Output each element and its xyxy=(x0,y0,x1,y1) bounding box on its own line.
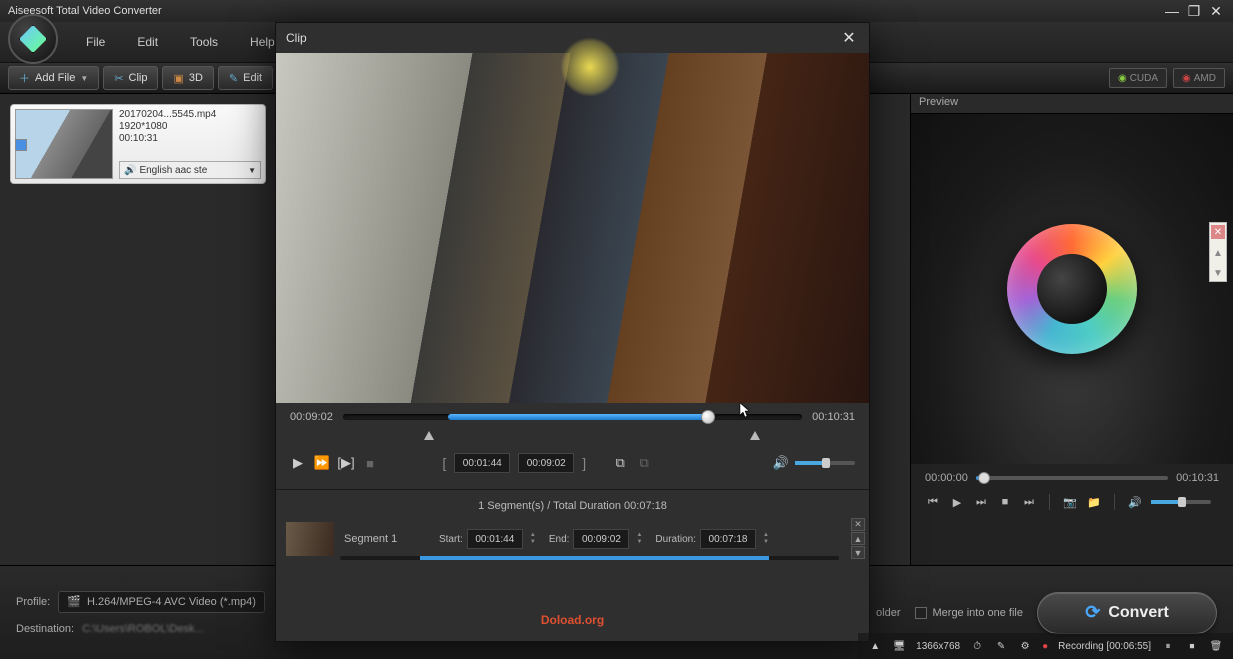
titlebar: Aiseesoft Total Video Converter ― ❐ ✕ xyxy=(0,0,1233,22)
menu-tools[interactable]: Tools xyxy=(174,29,234,55)
clip-seek-slider[interactable] xyxy=(343,414,802,420)
aperture-logo xyxy=(1007,224,1137,354)
preview-panel: Preview 00:00:00 00:10:31 ⏮ ▶ ⏭ ■ ⏭ 📷 📁 … xyxy=(910,94,1233,565)
menu-edit[interactable]: Edit xyxy=(121,29,174,55)
tray-settings-icon[interactable]: ⚙ xyxy=(1018,639,1032,653)
clip-button[interactable]: ✂Clip xyxy=(103,66,158,90)
volume-icon[interactable]: 🔊 xyxy=(1127,494,1143,510)
clip-volume-slider[interactable] xyxy=(795,461,855,465)
watermark-text: Doload.org xyxy=(541,613,604,627)
clip-play-button[interactable]: ▶ xyxy=(290,455,306,471)
seg-up-button[interactable]: ▲ xyxy=(851,532,865,545)
segment-summary: 1 Segment(s) / Total Duration 00:07:18 xyxy=(276,496,869,516)
clip-position: 00:09:02 xyxy=(290,411,333,423)
tray-up-icon[interactable]: ▲ xyxy=(868,639,882,653)
in-marker[interactable] xyxy=(424,431,434,440)
stop-button[interactable]: ■ xyxy=(997,494,1013,510)
tray-monitor-icon[interactable]: 🖥 xyxy=(892,639,906,653)
tray-edit-icon[interactable]: ✎ xyxy=(994,639,1008,653)
file-checkbox[interactable] xyxy=(15,139,27,151)
maximize-button[interactable]: ❐ xyxy=(1185,2,1203,20)
add-file-button[interactable]: ＋Add File▼ xyxy=(8,66,99,90)
merge-label: Merge into one file xyxy=(933,607,1024,619)
3d-button[interactable]: ▣3D xyxy=(162,66,213,90)
open-folder[interactable]: older xyxy=(876,607,900,619)
snapshot-button[interactable]: 📷 xyxy=(1062,494,1078,510)
seg-delete-button[interactable]: ✕ xyxy=(851,518,865,531)
system-tray: ▲ 🖥 1366x768 ⏱ ✎ ⚙ ● Recording [00:06:55… xyxy=(858,633,1233,659)
segment-row[interactable]: Segment 1 Start:00:01:44▲▼ End:00:09:02▲… xyxy=(276,516,869,562)
destination-value: C:\Users\ROBOL\Desk... xyxy=(82,623,204,635)
preview-canvas xyxy=(911,114,1233,464)
clip-video-frame xyxy=(276,53,869,403)
preview-time: 00:00:00 xyxy=(925,472,968,484)
merge-checkbox[interactable] xyxy=(915,607,927,619)
cuda-badge: ◉CUDA xyxy=(1109,68,1167,88)
convert-button[interactable]: ⟳Convert xyxy=(1037,592,1217,634)
tray-resolution: 1366x768 xyxy=(916,641,960,652)
tray-recording: Recording [00:06:55] xyxy=(1058,641,1151,652)
next-button[interactable]: ⏭ xyxy=(1021,494,1037,510)
bracket-out-icon[interactable]: ] xyxy=(582,455,586,471)
start-spinner[interactable]: ▲▼ xyxy=(527,530,539,548)
seg-end[interactable]: 00:09:02 xyxy=(573,529,629,549)
bracket-in-icon[interactable]: [ xyxy=(442,455,446,471)
menu-file[interactable]: File xyxy=(70,29,121,55)
minimize-button[interactable]: ― xyxy=(1163,2,1181,20)
file-item[interactable]: 20170204...5545.mp4 1920*1080 00:10:31 🔊… xyxy=(10,104,266,184)
scroll-widget[interactable]: ✕ ▲▼ xyxy=(1209,222,1227,282)
seg-start[interactable]: 00:01:44 xyxy=(467,529,523,549)
app-logo xyxy=(8,14,58,64)
file-name: 20170204...5545.mp4 xyxy=(119,109,261,120)
profile-field[interactable]: 🎬H.264/MPEG-4 AVC Video (*.mp4) xyxy=(58,591,265,613)
seg-down-button[interactable]: ▼ xyxy=(851,546,865,559)
tray-trash-icon[interactable]: 🗑 xyxy=(1209,639,1223,653)
play-button[interactable]: ▶ xyxy=(949,494,965,510)
file-thumbnail xyxy=(15,109,113,179)
clip-total: 00:10:31 xyxy=(812,411,855,423)
segment-range xyxy=(340,556,839,560)
preview-volume[interactable] xyxy=(1151,500,1211,504)
segment-thumbnail xyxy=(286,522,334,556)
close-button[interactable]: ✕ xyxy=(1207,2,1225,20)
edit-button[interactable]: ✎Edit xyxy=(218,66,273,90)
folder-button[interactable]: 📁 xyxy=(1086,494,1102,510)
clip-stop-button[interactable]: ■ xyxy=(362,455,378,471)
clip-fwd-button[interactable]: ⏩ xyxy=(314,455,330,471)
preview-seek[interactable] xyxy=(976,476,1168,480)
clip-volume-icon[interactable]: 🔊 xyxy=(773,455,789,471)
in-time[interactable]: 00:01:44 xyxy=(454,453,510,473)
audio-track-dropdown[interactable]: 🔊English aac ste▼ xyxy=(119,161,261,179)
tray-stop-icon[interactable]: ⏹ xyxy=(1185,639,1199,653)
segment-name: Segment 1 xyxy=(344,533,397,545)
split-button[interactable]: ⧉ xyxy=(612,455,628,471)
dialog-title: Clip xyxy=(286,31,307,45)
dialog-close-button[interactable]: ✕ xyxy=(839,28,859,48)
destination-label: Destination: xyxy=(16,623,74,635)
file-duration: 00:10:31 xyxy=(119,133,261,144)
file-info: 20170204...5545.mp4 1920*1080 00:10:31 🔊… xyxy=(119,109,261,179)
amd-badge: ◉AMD xyxy=(1173,68,1225,88)
clip-dialog: Clip ✕ 00:09:02 00:10:31 ▶ ⏩ [▶] ■ [ 00:… xyxy=(275,22,870,642)
preview-total: 00:10:31 xyxy=(1176,472,1219,484)
app-title: Aiseesoft Total Video Converter xyxy=(8,5,1159,17)
profile-label: Profile: xyxy=(16,596,50,608)
out-time[interactable]: 00:09:02 xyxy=(518,453,574,473)
preview-controls: 00:00:00 00:10:31 ⏮ ▶ ⏭ ■ ⏭ 📷 📁 🔊 xyxy=(911,464,1233,564)
scroll-close-icon[interactable]: ✕ xyxy=(1211,225,1225,239)
tray-clock-icon[interactable]: ⏱ xyxy=(970,639,984,653)
join-button[interactable]: ⧉ xyxy=(636,455,652,471)
tray-pause-icon[interactable]: ⏸ xyxy=(1161,639,1175,653)
clip-loop-button[interactable]: [▶] xyxy=(338,455,354,471)
fwd-button[interactable]: ⏭ xyxy=(973,494,989,510)
prev-button[interactable]: ⏮ xyxy=(925,494,941,510)
file-resolution: 1920*1080 xyxy=(119,121,261,132)
out-marker[interactable] xyxy=(750,431,760,440)
end-spinner[interactable]: ▲▼ xyxy=(633,530,645,548)
dur-spinner[interactable]: ▲▼ xyxy=(760,530,772,548)
seg-duration[interactable]: 00:07:18 xyxy=(700,529,756,549)
preview-title: Preview xyxy=(911,94,1233,114)
